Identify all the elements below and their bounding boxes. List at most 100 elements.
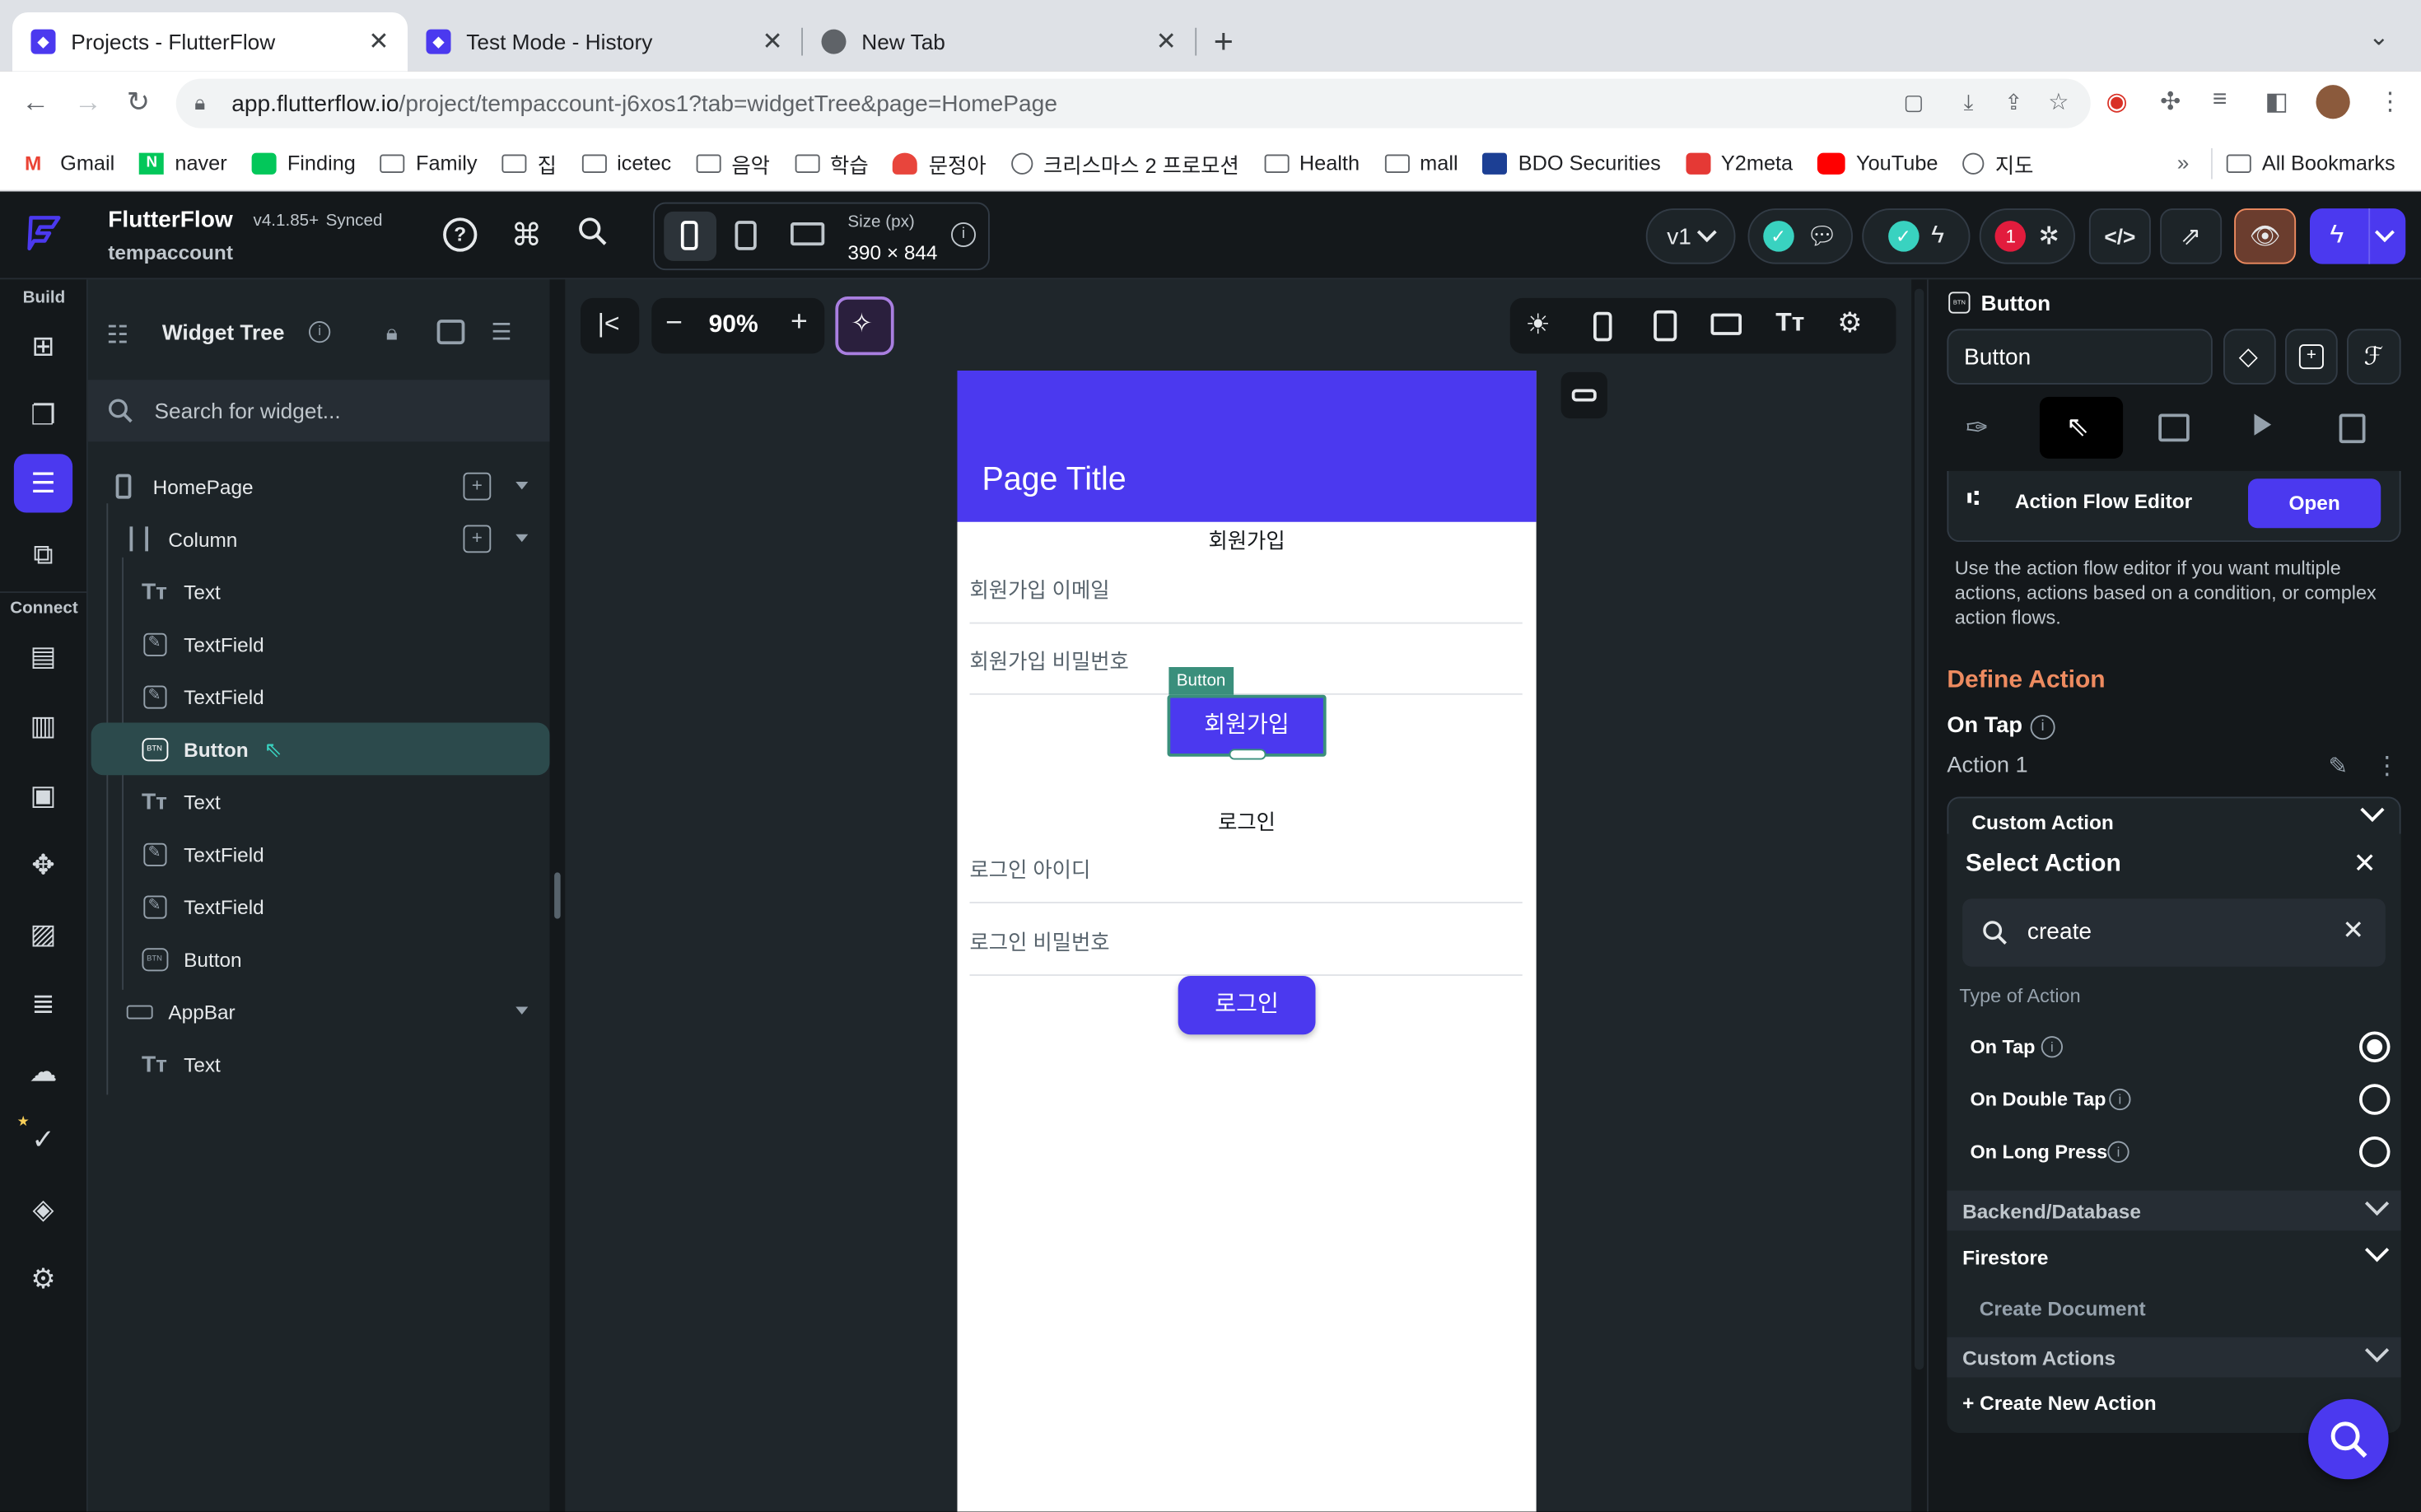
phone-device-button[interactable]	[664, 211, 716, 261]
page-selector-icon[interactable]: ❐	[14, 386, 72, 445]
widget-outline-toggle[interactable]	[1560, 371, 1607, 419]
open-external-button[interactable]: ⇗	[2160, 208, 2223, 264]
resize-handle[interactable]	[1229, 749, 1266, 760]
browser-menu-icon[interactable]: ⋮	[2378, 86, 2403, 118]
firestore-section[interactable]: Firestore	[1947, 1237, 2400, 1277]
clear-search-icon[interactable]: ✕	[2342, 916, 2364, 947]
lock-icon[interactable]: 🔒︎	[386, 320, 398, 346]
close-icon[interactable]: ✕	[2353, 847, 2377, 880]
expand-caret-icon[interactable]	[515, 1006, 529, 1015]
add-child-icon[interactable]: +	[463, 525, 492, 553]
zoom-in-icon[interactable]: +	[791, 306, 808, 339]
canvas-scrollbar[interactable]	[1911, 279, 1927, 1512]
media-assets-icon[interactable]: ▨	[14, 905, 72, 964]
tree-item-column[interactable]: Column +	[88, 513, 550, 566]
bookmarks-overflow-icon[interactable]: »	[2177, 150, 2190, 175]
help-icon[interactable]: ?	[443, 217, 478, 252]
open-flow-editor-button[interactable]: Open	[2248, 478, 2381, 529]
tree-item-text[interactable]: Tт Text	[88, 565, 550, 618]
bookmark-icetec[interactable]: icetec	[581, 152, 671, 175]
bookmark-star-icon[interactable]: ☆	[2048, 88, 2069, 116]
login-password-field[interactable]: 로그인 비밀번호	[970, 925, 1110, 956]
tree-item-button[interactable]: BTN Button	[88, 933, 550, 986]
share-icon[interactable]: ⇪	[2004, 90, 2022, 116]
tab-documentation-icon[interactable]	[2339, 413, 2366, 444]
info-icon[interactable]: i	[309, 321, 331, 343]
widget-tree-icon[interactable]: ☰	[13, 454, 73, 513]
login-id-field[interactable]: 로그인 아이디	[970, 852, 1091, 884]
tab-new-tab[interactable]: New Tab ✕	[803, 12, 1195, 71]
tree-item-textfield[interactable]: ✎ TextField	[88, 828, 550, 880]
bookmark-home[interactable]: 집	[501, 147, 557, 179]
widget-search-bar[interactable]: Search for widget...	[87, 380, 550, 442]
tree-options-icon[interactable]: ☰	[491, 318, 511, 346]
custom-code-icon[interactable]: ✥	[14, 835, 72, 894]
new-tab-plus-icon[interactable]: +	[1214, 21, 1234, 62]
on-double-tap-radio[interactable]	[2359, 1084, 2391, 1115]
on-tap-radio[interactable]	[2359, 1031, 2391, 1062]
bookmark-map[interactable]: 지도	[1962, 147, 2033, 179]
settings-gear-icon[interactable]: ⚙︎	[14, 1249, 72, 1308]
bookmark-y2meta[interactable]: Y2meta	[1685, 152, 1793, 175]
bookmark-mall[interactable]: mall	[1384, 152, 1458, 175]
ai-gen-button[interactable]: ✧	[835, 296, 894, 356]
info-icon[interactable]: i	[2107, 1141, 2129, 1163]
extensions-puzzle-icon[interactable]: ✣	[2160, 86, 2181, 118]
bookmark-study[interactable]: 학습	[794, 147, 869, 179]
expand-caret-icon[interactable]	[515, 482, 529, 490]
tab-backend-query-icon[interactable]	[2158, 413, 2190, 442]
more-options-icon[interactable]: ⋮	[2375, 750, 2400, 782]
preview-button[interactable]: 👁︎	[2234, 208, 2297, 264]
tree-item-text[interactable]: Tт Text	[88, 1038, 550, 1090]
desktop-icon[interactable]	[791, 222, 825, 246]
api-calls-icon[interactable]: ▥	[14, 697, 72, 755]
view-code-button[interactable]: </>	[2088, 208, 2151, 264]
theme-icon[interactable]: ◈	[14, 1180, 72, 1239]
profile-avatar[interactable]	[2316, 85, 2350, 119]
tree-item-text[interactable]: Tт Text	[88, 775, 550, 828]
expand-caret-icon[interactable]	[515, 534, 529, 543]
cloud-icon[interactable]: ☁︎	[14, 1043, 72, 1101]
zoom-out-icon[interactable]: −	[665, 307, 683, 341]
zoom-level[interactable]: 90%	[709, 312, 758, 340]
tab-test-mode[interactable]: ◆ Test Mode - History ✕	[408, 12, 801, 71]
bookmark-music[interactable]: 음악	[696, 147, 770, 179]
tablet-icon[interactable]	[735, 221, 757, 250]
project-name[interactable]: tempaccount	[108, 241, 233, 264]
list-icon[interactable]: ≣	[14, 974, 72, 1033]
info-icon[interactable]: i	[951, 222, 976, 247]
keyboard-icon[interactable]	[1710, 313, 1742, 335]
bookmark-munjeonga[interactable]: 문정아	[893, 147, 987, 179]
collapse-all-icon[interactable]	[436, 320, 465, 345]
version-select[interactable]: v1	[1645, 208, 1736, 264]
add-child-icon[interactable]: +	[463, 472, 492, 501]
bookmark-youtube[interactable]: YouTube	[1817, 152, 1938, 175]
bookmark-gmail[interactable]: M Gmail	[25, 152, 114, 175]
light-mode-icon[interactable]: ☀︎	[1526, 309, 1551, 341]
add-widget-icon[interactable]: ⊞	[14, 316, 72, 375]
all-bookmarks[interactable]: All Bookmarks	[2226, 152, 2395, 175]
bookmark-health[interactable]: Health	[1263, 152, 1360, 175]
clipboard-icon[interactable]: ▢	[1903, 90, 1924, 116]
app-bar[interactable]: Page Title	[957, 371, 1537, 522]
tab-animation-icon[interactable]	[2254, 413, 2272, 436]
login-button[interactable]: 로그인	[1178, 976, 1316, 1035]
flutterflow-logo-icon[interactable]	[21, 212, 65, 255]
bookmark-finding[interactable]: Finding	[251, 152, 356, 175]
storyboard-icon[interactable]: ⧉	[14, 525, 72, 584]
tree-item-button-selected[interactable]: BTN Button ⇖	[91, 722, 550, 776]
create-document-action[interactable]: Create Document	[1980, 1297, 2146, 1320]
tree-item-homepage[interactable]: HomePage +	[88, 460, 550, 513]
signup-email-field[interactable]: 회원가입 이메일	[970, 573, 1110, 604]
install-app-icon[interactable]: ⤓	[1964, 90, 1974, 116]
responsive-icon[interactable]	[1654, 310, 1677, 342]
side-panel-icon[interactable]: ◧	[2265, 86, 2288, 118]
close-tab-icon[interactable]: ✕	[762, 26, 782, 58]
data-schema-icon[interactable]: ▤	[14, 627, 72, 685]
info-icon[interactable]: i	[2030, 715, 2055, 740]
tree-item-appbar[interactable]: AppBar	[88, 985, 550, 1038]
info-icon[interactable]: i	[2041, 1036, 2063, 1058]
backend-database-section[interactable]: Backend/Database	[1947, 1190, 2401, 1231]
edit-pencil-icon[interactable]: ✎	[2329, 752, 2349, 780]
signup-password-field[interactable]: 회원가입 비밀번호	[970, 644, 1129, 675]
